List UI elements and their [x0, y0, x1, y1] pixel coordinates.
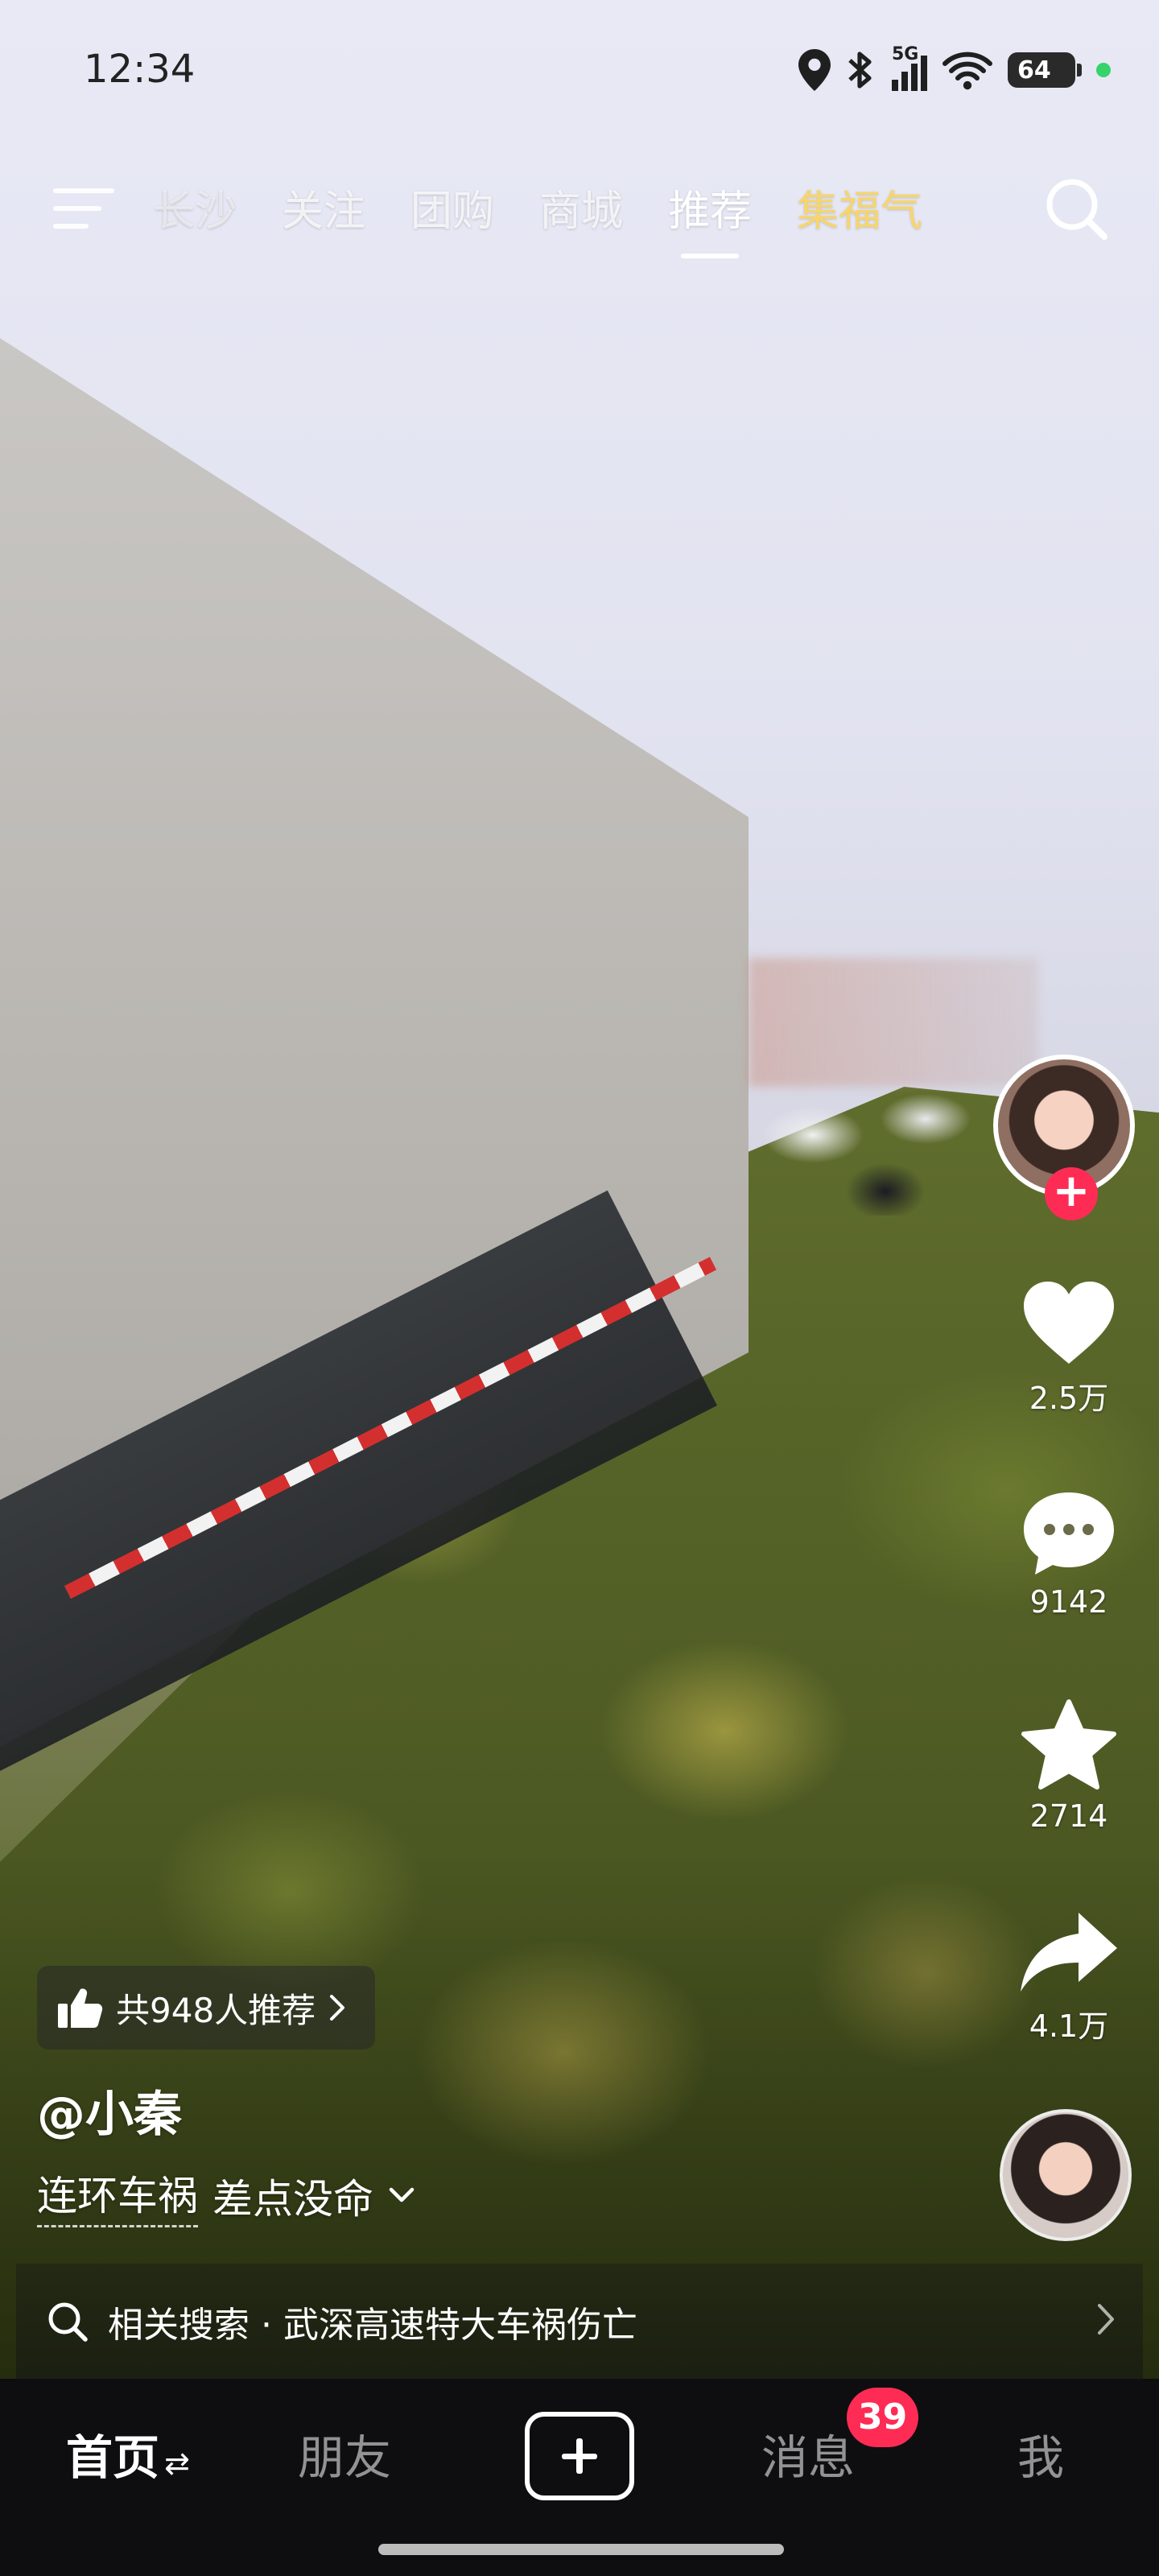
expand-chevron-icon[interactable]: [388, 2186, 415, 2206]
battery-indicator: 64: [1008, 52, 1082, 88]
menu-icon[interactable]: [53, 180, 114, 237]
crashed-cars: [749, 1071, 990, 1216]
music-disc-avatar[interactable]: [1000, 2109, 1132, 2241]
messages-badge: 39: [847, 2388, 919, 2447]
share-arrow-icon: [1021, 1913, 1117, 1992]
hashtag-link[interactable]: 连环车祸: [37, 2164, 198, 2227]
tab-group-buy[interactable]: 团购: [410, 177, 494, 237]
video-caption[interactable]: 连环车祸 差点没命: [37, 2164, 415, 2227]
chevron-right-icon: [1098, 2304, 1114, 2334]
privacy-dot: [1096, 63, 1111, 77]
tab-changsha[interactable]: 长沙: [153, 177, 237, 237]
status-icons: 5G 64: [798, 42, 1111, 98]
wifi-icon: [942, 52, 992, 90]
search-icon: [48, 2302, 88, 2342]
tab-following[interactable]: 关注: [282, 177, 365, 237]
battery-level: 64: [1017, 56, 1051, 85]
share-count: 4.1万: [1029, 2008, 1109, 2044]
home-indicator[interactable]: [378, 2544, 784, 2555]
related-search-text: 相关搜索 · 武深高速特大车祸伤亡: [108, 2305, 637, 2346]
clock: 12:34: [84, 47, 196, 92]
search-icon[interactable]: [1038, 171, 1116, 248]
follow-button[interactable]: +: [1045, 1167, 1098, 1220]
nav-home[interactable]: 首页 ⇄: [66, 2420, 190, 2487]
nav-messages[interactable]: 消息: [761, 2420, 855, 2487]
tab-recommend[interactable]: 推荐: [668, 177, 752, 258]
author-avatar[interactable]: +: [993, 1055, 1135, 1220]
cellular-signal: 5G: [892, 44, 927, 91]
tab-mall[interactable]: 商城: [539, 177, 623, 237]
network-type: 5G: [892, 44, 919, 64]
chevron-right-icon: [330, 1995, 345, 2021]
status-bar: 12:34 5G 64: [0, 0, 1159, 137]
nav-friends[interactable]: 朋友: [298, 2420, 391, 2487]
related-search-bar[interactable]: 相关搜索 · 武深高速特大车祸伤亡: [16, 2264, 1143, 2380]
nav-me[interactable]: 我: [1017, 2420, 1064, 2487]
create-post-button[interactable]: [525, 2412, 634, 2500]
star-icon: [1021, 1699, 1116, 1790]
caption-text: 差点没命: [212, 2175, 373, 2223]
heart-icon: [1024, 1282, 1114, 1364]
favorite-button[interactable]: 2714: [988, 1699, 1149, 1834]
like-button[interactable]: 2.5万: [988, 1280, 1149, 1418]
tab-strip: 长沙 关注 团购 商城 推荐 集福气: [153, 177, 922, 258]
comment-button[interactable]: 9142: [988, 1489, 1149, 1620]
like-count: 2.5万: [1029, 1381, 1109, 1416]
share-button[interactable]: 4.1万: [988, 1908, 1149, 2046]
nav-home-label: 首页: [66, 2430, 160, 2485]
author-name[interactable]: @小秦: [37, 2075, 182, 2145]
recommend-count-text: 共948人推荐: [116, 1990, 316, 2030]
comment-count: 9142: [1029, 1584, 1108, 1620]
comment-icon: [1024, 1492, 1114, 1575]
top-nav: 长沙 关注 团购 商城 推荐 集福气: [0, 161, 1159, 258]
tab-fortune[interactable]: 集福气: [797, 177, 922, 237]
refresh-icon: ⇄: [164, 2446, 190, 2481]
bluetooth-icon: [848, 52, 872, 89]
thumbs-up-icon: [58, 1988, 103, 2028]
favorite-count: 2714: [1029, 1798, 1108, 1834]
location-icon: [798, 49, 831, 91]
recommend-pill[interactable]: 共948人推荐: [37, 1966, 376, 2050]
